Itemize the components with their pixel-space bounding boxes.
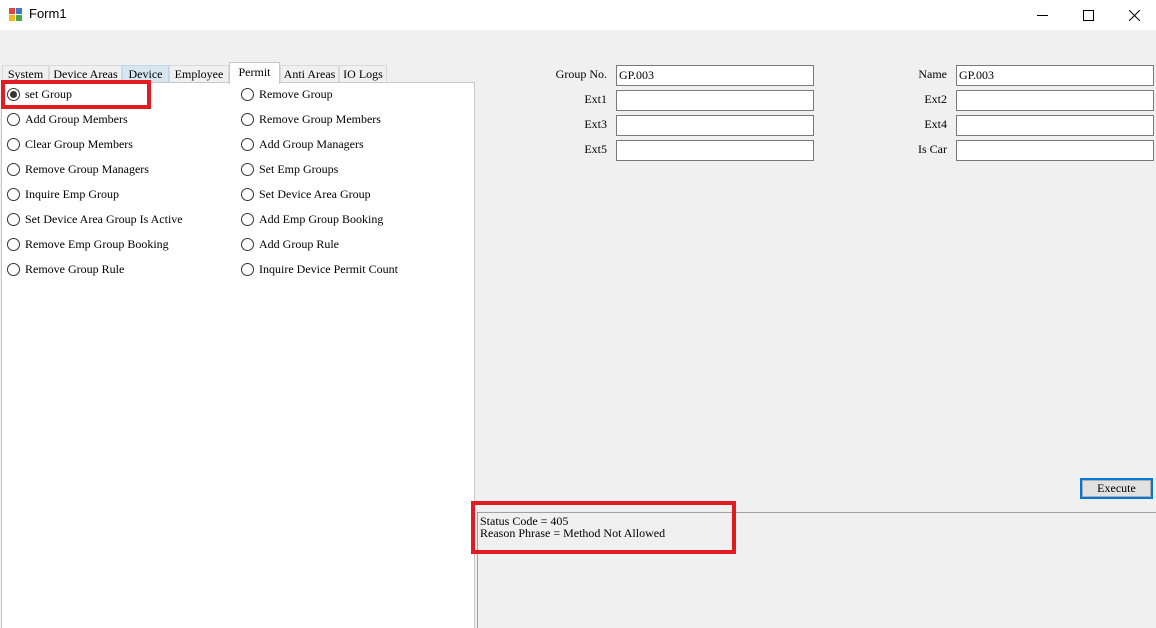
reason-phrase-line: Reason Phrase = Method Not Allowed [480,526,666,540]
tab-io-logs[interactable]: IO Logs [339,65,387,83]
ext3-label: Ext3 [584,117,607,131]
radio-label: Add Group Rule [259,236,339,251]
radio-label: Inquire Emp Group [25,186,119,201]
ext5-label: Ext5 [584,142,607,156]
radio-remove-group[interactable]: Remove Group [241,86,333,102]
radio-selected-icon [7,87,20,101]
radio-icon [7,187,20,201]
tab-employee[interactable]: Employee [169,65,229,83]
radio-icon [241,187,254,201]
app-icon [9,8,22,21]
name-input[interactable]: GP.003 [956,65,1154,86]
radio-icon [241,237,254,251]
radio-icon [7,262,20,276]
radio-remove-group-managers[interactable]: Remove Group Managers [7,161,149,177]
ext2-label: Ext2 [924,92,947,106]
tab-permit[interactable]: Permit [229,62,280,84]
radio-icon [7,162,20,176]
name-label: Name [918,67,947,81]
radio-remove-group-rule[interactable]: Remove Group Rule [7,261,124,277]
radio-add-group-members[interactable]: Add Group Members [7,111,128,127]
radio-label: Remove Group Members [259,111,381,126]
radio-icon [241,137,254,151]
execute-button[interactable]: Execute [1080,478,1153,499]
is-car-label: Is Car [918,142,947,156]
radio-label: Clear Group Members [25,136,133,151]
radio-label: Remove Group [259,86,333,101]
window-title: Form1 [29,6,67,21]
minimize-icon [1036,14,1048,16]
radio-remove-emp-group-booking[interactable]: Remove Emp Group Booking [7,236,169,252]
radio-icon [7,237,20,251]
radio-label: Inquire Device Permit Count [259,261,398,276]
radio-icon [241,162,254,176]
ext5-input[interactable] [616,140,814,161]
radio-remove-group-members[interactable]: Remove Group Members [241,111,381,127]
close-button[interactable] [1111,0,1156,30]
tab-device-areas[interactable]: Device Areas [49,65,122,83]
radio-icon [7,112,20,126]
close-icon [1128,9,1140,21]
radio-inquire-emp-group[interactable]: Inquire Emp Group [7,186,119,202]
ext1-label: Ext1 [584,92,607,106]
radio-icon [241,87,254,101]
maximize-icon [1082,9,1094,21]
radio-label: Remove Emp Group Booking [25,236,169,251]
radio-icon [241,262,254,276]
ext2-input[interactable] [956,90,1154,111]
radio-label: Remove Group Managers [25,161,149,176]
is-car-input[interactable] [956,140,1154,161]
radio-label: Remove Group Rule [25,261,125,276]
output-textbox[interactable]: Status Code = 405 Reason Phrase = Method… [477,512,1156,628]
tab-system[interactable]: System [2,65,49,83]
radio-label: set Group [25,86,72,101]
ext3-input[interactable] [616,115,814,136]
radio-clear-group-members[interactable]: Clear Group Members [7,136,133,152]
tab-anti-areas[interactable]: Anti Areas [280,65,339,83]
tab-device[interactable]: Device [122,65,169,83]
radio-set-device-area-group[interactable]: Set Device Area Group [241,186,371,202]
maximize-button[interactable] [1065,0,1111,30]
ext4-input[interactable] [956,115,1154,136]
group-no-label: Group No. [555,67,607,81]
radio-label: Set Device Area Group [259,186,371,201]
radio-label: Add Emp Group Booking [259,211,384,226]
radio-add-group-managers[interactable]: Add Group Managers [241,136,364,152]
group-no-input[interactable]: GP.003 [616,65,814,86]
radio-label: Set Device Area Group Is Active [25,211,183,226]
radio-icon [241,112,254,126]
radio-set-emp-groups[interactable]: Set Emp Groups [241,161,338,177]
radio-icon [7,137,20,151]
minimize-button[interactable] [1019,0,1065,30]
radio-inquire-device-permit-count[interactable]: Inquire Device Permit Count [241,261,398,277]
radio-set-group[interactable]: set Group [7,86,72,102]
radio-icon [7,212,20,226]
title-bar: Form1 [0,0,1156,30]
radio-add-emp-group-booking[interactable]: Add Emp Group Booking [241,211,383,227]
radio-add-group-rule[interactable]: Add Group Rule [241,236,339,252]
radio-label: Set Emp Groups [259,161,339,176]
radio-set-device-area-group-is-active[interactable]: Set Device Area Group Is Active [7,211,183,227]
ext4-label: Ext4 [924,117,947,131]
ext1-input[interactable] [616,90,814,111]
radio-label: Add Group Managers [259,136,364,151]
radio-label: Add Group Members [25,111,128,126]
radio-icon [241,212,254,226]
